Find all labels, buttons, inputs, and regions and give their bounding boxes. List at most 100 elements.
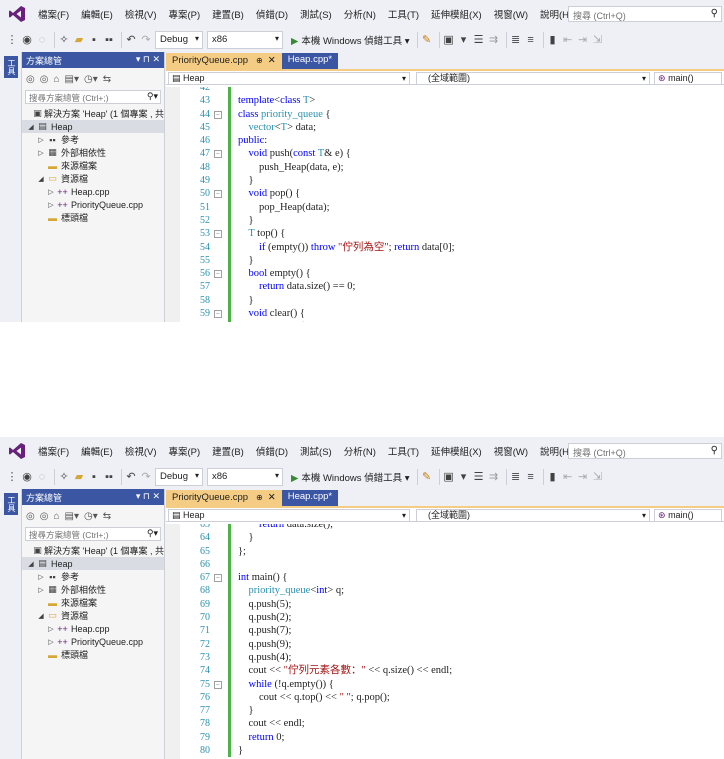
- solution-explorer-search[interactable]: 搜尋方案總管 (Ctrl+;) ⚲▾: [25, 90, 161, 104]
- menu-item[interactable]: 檔案(F): [32, 444, 75, 458]
- code-line[interactable]: 44− class priority_queue {: [180, 107, 724, 121]
- back-icon[interactable]: ◉: [21, 32, 33, 48]
- menu-item[interactable]: 延伸模組(X): [425, 444, 488, 458]
- menu-item[interactable]: 偵錯(D): [250, 7, 294, 21]
- code-line[interactable]: 54 if (empty()) throw "佇列為空"; return dat…: [180, 240, 724, 254]
- undo-icon[interactable]: ↶: [125, 469, 137, 485]
- expander-icon[interactable]: ▷: [46, 625, 56, 633]
- code-line[interactable]: 56− bool empty() {: [180, 267, 724, 281]
- configuration-dropdown[interactable]: Debug ▾: [155, 468, 203, 486]
- open-file-icon[interactable]: ▰: [73, 469, 85, 485]
- expander-icon[interactable]: ▷: [36, 573, 46, 581]
- outdent-icon[interactable]: ≣: [510, 32, 522, 48]
- bookmark-icon[interactable]: ▮: [547, 32, 559, 48]
- tree-item[interactable]: ▷ ▦ 外部相依性: [22, 583, 164, 596]
- indent-icon[interactable]: ≡: [525, 32, 537, 48]
- close-icon[interactable]: ✕: [268, 492, 276, 503]
- code-line[interactable]: 50− void pop() {: [180, 187, 724, 201]
- visual-studio-logo-icon[interactable]: [6, 3, 28, 25]
- code-line[interactable]: 74 cout << "佇列元素各數：" << q.size() << endl…: [180, 664, 724, 678]
- code-line[interactable]: 72 q.push(9);: [180, 637, 724, 651]
- scope-dropdown[interactable]: (全域範圍) ▾: [416, 72, 650, 85]
- code-area[interactable]: 42 43 template<class T> 44− class priority_q…: [166, 87, 724, 322]
- tab-active[interactable]: PriorityQueue.cpp ⊕ ✕: [166, 53, 282, 69]
- start-debugging-button[interactable]: ▶ 本機 Windows 偵錯工具 ▾: [291, 33, 410, 47]
- code-line[interactable]: 70 q.push(2);: [180, 611, 724, 625]
- tab-active[interactable]: PriorityQueue.cpp ⊕ ✕: [166, 490, 282, 506]
- forward-icon[interactable]: ◌: [36, 32, 48, 48]
- undo-icon[interactable]: ↶: [125, 32, 137, 48]
- visual-studio-logo-icon[interactable]: [6, 440, 28, 462]
- prev-bookmark-icon[interactable]: ⇤: [562, 32, 574, 48]
- expander-icon[interactable]: ▷: [36, 136, 46, 144]
- code-line[interactable]: 52 }: [180, 213, 724, 228]
- search-box[interactable]: 搜尋 (Ctrl+Q) ⚲: [568, 443, 722, 459]
- code-line[interactable]: 47− void push(const T& e) {: [180, 147, 724, 161]
- menu-item[interactable]: 編輯(E): [75, 7, 119, 21]
- menu-item[interactable]: 專案(P): [162, 7, 206, 21]
- browse-icon[interactable]: ▣: [443, 469, 455, 485]
- menu-item[interactable]: 檢視(V): [119, 7, 163, 21]
- pin-icon[interactable]: ⊕: [256, 493, 263, 502]
- expander-icon[interactable]: ◢: [26, 123, 36, 131]
- platform-dropdown[interactable]: x86 ▾: [207, 31, 283, 49]
- tree-item[interactable]: ▬ 標頭檔: [22, 648, 164, 661]
- back-icon[interactable]: ◎: [26, 511, 35, 522]
- format-icon[interactable]: ☰: [473, 469, 485, 485]
- tree-item[interactable]: ▬ 標頭檔: [22, 211, 164, 224]
- pin-icon[interactable]: ⊕: [256, 56, 263, 65]
- expander-icon[interactable]: ▷: [46, 201, 56, 209]
- forward-icon[interactable]: ◎: [40, 74, 49, 85]
- expander-icon[interactable]: ▷: [46, 188, 56, 196]
- code-area[interactable]: 63 return data.size(); 64 } 65}; 66 67− int m…: [166, 524, 724, 759]
- collapse-icon[interactable]: −: [214, 230, 222, 239]
- tab-inactive[interactable]: Heap.cpp*: [281, 490, 339, 506]
- save-icon[interactable]: ▪: [88, 32, 100, 48]
- solution-config-icon[interactable]: ▾: [458, 32, 470, 48]
- solution-config-icon[interactable]: ▾: [458, 469, 470, 485]
- code-line[interactable]: 46 public:: [180, 134, 724, 148]
- code-line[interactable]: 65};: [180, 544, 724, 558]
- sync-icon[interactable]: ⇆: [103, 74, 111, 85]
- code-line[interactable]: 53− T top() {: [180, 227, 724, 241]
- code-line[interactable]: 71 q.push(7);: [180, 624, 724, 638]
- menu-item[interactable]: 檢視(V): [119, 444, 163, 458]
- pane-controls[interactable]: ▾ ⊓ ✕: [136, 491, 160, 502]
- tree-item[interactable]: ▷ ++ Heap.cpp: [22, 622, 164, 635]
- code-line[interactable]: 43 template<class T>: [180, 94, 724, 108]
- pending-changes-icon[interactable]: ◷▾: [84, 74, 98, 85]
- menu-item[interactable]: 視窗(W): [488, 444, 534, 458]
- tree-item[interactable]: ▷ ++ PriorityQueue.cpp: [22, 635, 164, 648]
- tree-item[interactable]: ▷ ▪▪ 參考: [22, 133, 164, 146]
- tree-item[interactable]: ◢ ▭ 資源檔: [22, 172, 164, 185]
- expander-icon[interactable]: ▷: [36, 586, 46, 594]
- prev-bookmark-icon[interactable]: ⇤: [562, 469, 574, 485]
- hot-reload-icon[interactable]: ✎: [421, 32, 433, 48]
- tree-item[interactable]: ▷ ▪▪ 參考: [22, 570, 164, 583]
- member-dropdown[interactable]: ⊛ main(): [654, 509, 722, 522]
- tab-inactive[interactable]: Heap.cpp*: [281, 53, 339, 69]
- code-line[interactable]: 58 }: [180, 293, 724, 308]
- code-line[interactable]: 68 priority_queue<int> q;: [180, 584, 724, 598]
- save-all-icon[interactable]: ▪▪: [103, 32, 115, 48]
- save-all-icon[interactable]: ▪▪: [103, 469, 115, 485]
- next-bookmark-icon[interactable]: ⇥: [577, 469, 589, 485]
- tree-item[interactable]: ▷ ++ Heap.cpp: [22, 185, 164, 198]
- format-icon[interactable]: ☰: [473, 32, 485, 48]
- menu-item[interactable]: 建置(B): [206, 7, 250, 21]
- expander-icon[interactable]: ◢: [36, 612, 46, 620]
- code-line[interactable]: 45 vector<T> data;: [180, 120, 724, 135]
- tree-item[interactable]: ◢ ▭ 資源檔: [22, 609, 164, 622]
- menu-item[interactable]: 分析(N): [338, 7, 382, 21]
- start-debugging-button[interactable]: ▶ 本機 Windows 偵錯工具 ▾: [291, 470, 410, 484]
- toolbox-tab[interactable]: 工具箱: [0, 56, 18, 78]
- collapse-icon[interactable]: −: [214, 150, 222, 159]
- close-icon[interactable]: ✕: [268, 55, 276, 66]
- collapse-icon[interactable]: −: [214, 310, 222, 319]
- code-line[interactable]: 67− int main() {: [180, 571, 724, 585]
- tree-item[interactable]: ▷ ▦ 外部相依性: [22, 146, 164, 159]
- outdent-icon[interactable]: ≣: [510, 469, 522, 485]
- indicator-margin[interactable]: [166, 524, 180, 759]
- tree-item[interactable]: ▷ ++ PriorityQueue.cpp: [22, 198, 164, 211]
- indent-icon[interactable]: ≡: [525, 469, 537, 485]
